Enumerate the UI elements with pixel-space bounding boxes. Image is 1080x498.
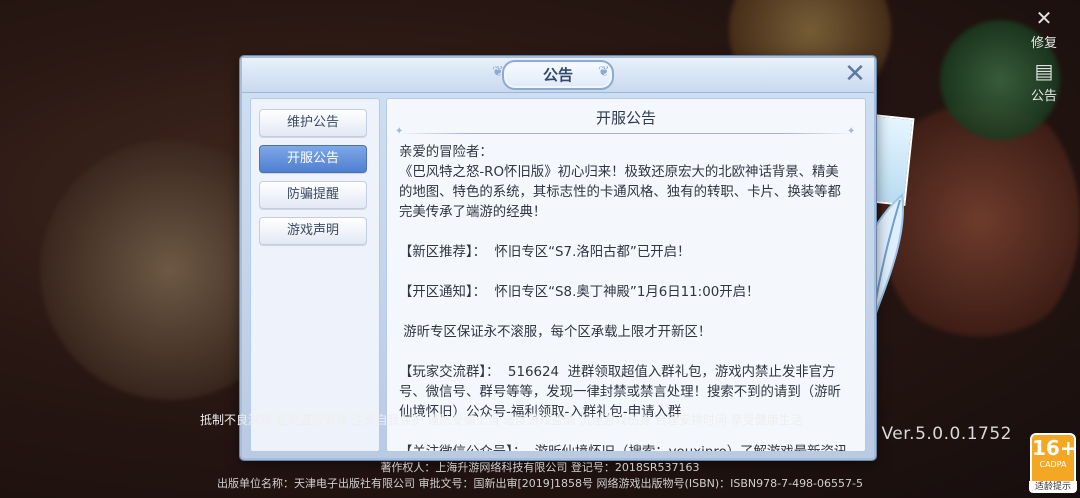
sparkle-icon: ✦ (395, 126, 404, 137)
notice-board-icon: ▤ (1034, 59, 1054, 83)
footer-legal: 抵制不良游戏 拒绝盗版游戏 注意自我保护 谨防受骗上当 适度游戏益脑 沉迷游戏伤… (0, 413, 1080, 492)
footer-copyright: 著作权人：上海升游网络科技有限公司 登记号：2018SR537163 (380, 461, 700, 474)
tab-label: 防骗提醒 (286, 187, 339, 202)
age-rating-number: 16+ (1032, 436, 1077, 460)
notice-button[interactable]: ▤ 公告 (1014, 59, 1074, 104)
top-right-toolbar: ✕ 修复 ▤ 公告 (1014, 6, 1074, 112)
announcement-content-panel[interactable]: 开服公告 ✦ ✦ 亲爱的冒险者： 《巴风特之怒-RO怀旧版》初心归来！极致还原宏… (386, 98, 866, 452)
close-icon: ✕ (844, 59, 866, 89)
paragraph-wechat: 【关注微信公众号】： 游昕仙境怀旧（搜索：vouxinro）了解游戏最新资讯 (399, 443, 849, 451)
tab-label: 游戏声明 (286, 223, 339, 238)
tab-label: 维护公告 (286, 115, 339, 130)
content-body: 亲爱的冒险者： 《巴风特之怒-RO怀旧版》初心归来！极致还原宏大的北欧神话背景、… (399, 143, 849, 451)
tab-maintenance-notice[interactable]: 维护公告 (259, 109, 367, 137)
paragraph-no-merge: 游昕专区保证永不滚服，每个区承载上限才开新区！ (399, 325, 712, 340)
tab-label: 开服公告 (286, 151, 339, 166)
close-button[interactable]: ✕ (842, 61, 868, 87)
paragraph-open-server: 【开区通知】： 怀旧专区“S8.奥丁神殿”1月6日11:00开启！ (399, 285, 760, 300)
tab-server-open-notice[interactable]: 开服公告 (259, 145, 367, 173)
tab-game-statement[interactable]: 游戏声明 (259, 217, 367, 245)
repair-label: 修复 (1030, 36, 1057, 51)
footer-health-notice: 抵制不良游戏 拒绝盗版游戏 注意自我保护 谨防受骗上当 适度游戏益脑 沉迷游戏伤… (200, 413, 803, 427)
paragraph-new-server: 【新区推荐】： 怀旧专区“S7.洛阳古都”已开启！ (399, 245, 691, 260)
content-title: 开服公告 (595, 109, 656, 127)
version-label: Ver.5.0.0.1752 (881, 424, 1012, 444)
footer-publisher: 出版单位名称：天津电子出版社有限公司 审批文号：国新出审[2019]1858号 … (216, 477, 863, 490)
dialog-header: ❦ 公告 ❦ ✕ (242, 58, 874, 93)
title-divider (399, 133, 853, 134)
wrench-icon: ✕ (1035, 6, 1053, 30)
repair-button[interactable]: ✕ 修复 (1014, 6, 1074, 51)
right-wing-icon: ❦ (598, 64, 610, 80)
tab-sidebar: 维护公告 开服公告 防骗提醒 游戏声明 (250, 98, 380, 452)
tab-anti-fraud-reminder[interactable]: 防骗提醒 (259, 181, 367, 209)
notice-label: 公告 (1030, 89, 1057, 104)
paragraph-intro: 亲爱的冒险者： 《巴风特之怒-RO怀旧版》初心归来！极致还原宏大的北欧神话背景、… (399, 145, 841, 220)
sparkle-icon: ✦ (847, 126, 856, 137)
announcement-dialog: ❦ 公告 ❦ ✕ 维护公告 开服公告 防骗提醒 游戏声明 开服公告 ✦ ✦ 亲爱… (240, 56, 876, 460)
